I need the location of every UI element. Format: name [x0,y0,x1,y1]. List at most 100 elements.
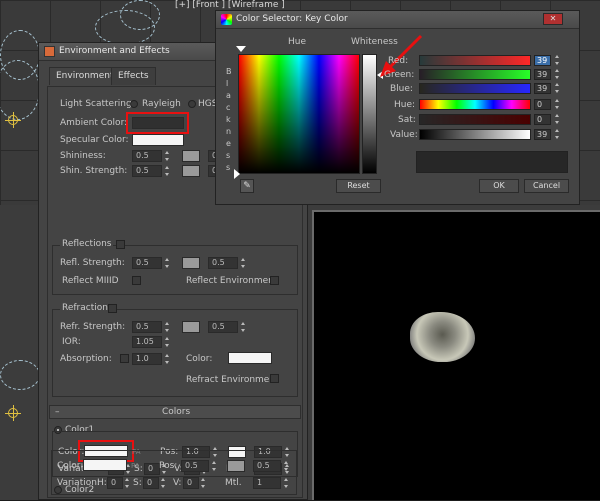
color2-spinner-2[interactable] [283,460,289,472]
hue-spinner[interactable] [554,98,560,110]
refractions-checkbox[interactable] [108,304,117,313]
refl-strength-field-2[interactable]: 0.5 [208,257,238,269]
refr-strength-spinner-2[interactable] [240,321,246,333]
rendered-object [410,312,475,362]
wireframe-object [120,0,160,30]
refr-strength-field-2[interactable]: 0.5 [208,321,238,333]
reflect-mild-label: Reflect MIIID [62,276,119,286]
refr-strength-spinner[interactable] [164,321,170,333]
refl-strength-spinner[interactable] [164,257,170,269]
red-label: Red: [388,56,409,66]
reflections-group [52,245,298,295]
reset-button[interactable]: Reset [336,179,381,193]
absorption-field[interactable]: 1.0 [132,353,162,365]
rayleigh-radio[interactable] [130,100,138,108]
cancel-button[interactable]: Cancel [524,179,569,193]
shininess-field[interactable]: 0.5 [132,150,162,162]
ambient-color-label: Ambient Color: [60,118,128,128]
value-label: Value: [390,130,418,140]
blue-value[interactable]: 39 [534,83,551,94]
absorption-spinner[interactable] [164,353,170,365]
tab-effects[interactable]: Effects [111,67,156,85]
colors-rollout-title: Colors [162,407,191,417]
color-wheel-icon [221,14,232,25]
refract-env-checkbox[interactable] [270,374,279,383]
wireframe-object [0,360,40,390]
color-preview [416,151,568,173]
red-slider[interactable] [419,55,531,66]
green-spinner[interactable] [554,68,560,80]
light-scattering-label: Light Scattering: [60,99,135,109]
value-value[interactable]: 39 [534,129,551,140]
absorption-checkbox[interactable] [120,354,129,363]
hue-picker[interactable] [238,54,360,174]
rollout-collapse-label: – [55,407,60,417]
hue-value[interactable]: 0 [534,99,551,110]
cs-titlebar[interactable]: Color Selector: Key Color ✕ [216,11,579,29]
shin-strength-spinner[interactable] [164,165,170,177]
absorption-label: Absorption: [60,354,112,364]
red-spinner[interactable] [554,54,560,66]
close-button[interactable]: ✕ [543,13,563,25]
eyedropper-icon[interactable]: ✎ [240,179,254,193]
sat-label: Sat: [398,115,416,125]
refl-strength-spinner-2[interactable] [240,257,246,269]
sat-value[interactable]: 0 [534,114,551,125]
green-value[interactable]: 39 [534,69,551,80]
refr-strength-field[interactable]: 0.5 [132,321,162,333]
color2-field-2[interactable]: 0.5 [253,460,281,472]
reflect-mild-checkbox[interactable] [132,276,141,285]
color2-pos-label: Pos: [159,461,178,471]
color2-map-label[interactable]: PA [131,462,140,470]
color2-pos-field[interactable]: 0.5 [181,460,209,472]
viewport-label[interactable]: [+] [Front ] [Wireframe ] [175,0,285,10]
pivot-icon [5,405,21,421]
hgs-radio[interactable] [188,100,196,108]
blue-slider[interactable] [419,83,531,94]
whiteness-slider[interactable] [362,54,377,174]
color2-swatch[interactable] [83,459,127,471]
shin-strength-map-swatch[interactable] [182,165,200,177]
shin-strength-label: Shin. Strength: [60,166,128,176]
tab-environment[interactable]: Environment [49,67,121,85]
refr-color-swatch[interactable] [228,352,272,364]
blue-spinner[interactable] [554,82,560,94]
ior-field[interactable]: 1.05 [132,336,162,348]
refl-map-swatch[interactable] [182,257,200,269]
ior-spinner[interactable] [164,336,170,348]
color2-s-spinner[interactable] [160,477,166,489]
color2-v-label: V: [173,478,182,488]
colors-rollout-header[interactable]: – Colors [49,405,301,419]
value-spinner[interactable] [554,128,560,140]
blue-label: Blue: [390,84,413,94]
color2-mt-field[interactable]: 1 [253,477,281,489]
color2-h-spinner[interactable] [124,477,130,489]
color2-s-field[interactable]: 0 [143,477,159,489]
color2-map-swatch[interactable] [227,460,245,472]
color2-color-label: Color: [57,461,84,471]
shin-strength-field[interactable]: 0.5 [132,165,162,177]
refr-map-swatch[interactable] [182,321,200,333]
hue-slider[interactable] [419,99,531,110]
shininess-spinner[interactable] [164,150,170,162]
color2-v-field[interactable]: 0 [183,477,199,489]
ok-button[interactable]: OK [479,179,519,193]
refl-strength-field[interactable]: 0.5 [132,257,162,269]
color2-h-field[interactable]: 0 [107,477,123,489]
blackness-label: B l a c k n e s s [226,67,232,172]
green-slider[interactable] [419,69,531,80]
sat-spinner[interactable] [554,113,560,125]
hue-pointer-icon[interactable] [236,46,246,52]
shininess-map-swatch[interactable] [182,150,200,162]
color2-pos-spinner[interactable] [211,460,217,472]
reflections-checkbox[interactable] [116,240,125,249]
blackness-pointer-icon[interactable] [234,169,240,179]
value-slider[interactable] [419,129,531,140]
color2-v-spinner[interactable] [200,477,206,489]
specular-color-swatch[interactable] [132,134,184,146]
reflect-env-checkbox[interactable] [270,276,279,285]
color2-mt-label: Mtl. [225,478,242,488]
color2-mt-spinner[interactable] [283,477,289,489]
sat-slider[interactable] [419,114,531,125]
red-value[interactable]: 39 [534,55,551,66]
